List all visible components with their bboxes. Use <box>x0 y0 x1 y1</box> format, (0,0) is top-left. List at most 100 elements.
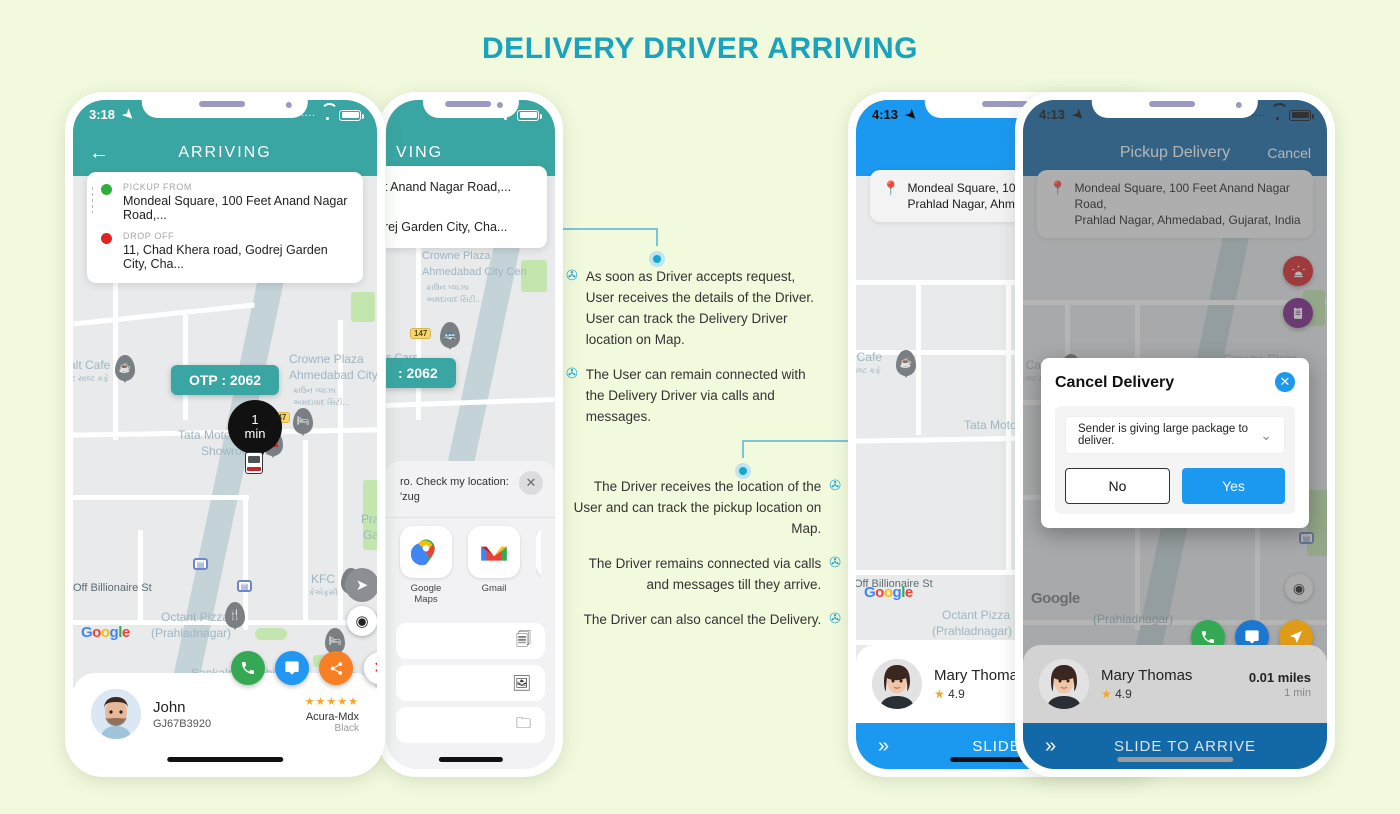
phone1-status-right: ···· <box>301 109 364 121</box>
map-shield-icon: ▤ <box>237 580 252 592</box>
pickup-caption: PICKUP FROM <box>123 182 192 192</box>
camera <box>496 102 503 108</box>
close-button[interactable]: ✕ <box>363 651 377 685</box>
dialog-title: Cancel Delivery <box>1055 374 1175 391</box>
route-dash-line <box>92 187 93 213</box>
share-app-google-maps[interactable]: Google Maps <box>400 526 452 605</box>
share-row-copy[interactable]: 🗐 <box>396 623 545 659</box>
annotation-text: The Driver can also cancel the Delivery. <box>583 612 822 627</box>
annotation-item: ✇ The Driver receives the location of th… <box>566 476 841 539</box>
share-app-partial[interactable] <box>536 526 541 605</box>
yes-button[interactable]: Yes <box>1182 468 1285 504</box>
phone2-screen: ···· VING Crowne Plaza Ahmedabad City Ce… <box>386 100 555 769</box>
google-logo: Google <box>81 624 130 641</box>
cancel-delivery-dialog: Cancel Delivery ✕ Sender is giving large… <box>1041 358 1309 528</box>
avatar <box>1039 659 1089 709</box>
pickup-row: PICKUP FROM Mondeal Square, 100 Feet Ana… <box>101 182 349 222</box>
address-card: PICKUP FROM Mondeal Square, 100 Feet Ana… <box>87 172 363 283</box>
navigation-arrow-icon: ➤ <box>902 105 921 124</box>
back-arrow-icon[interactable]: ← <box>89 143 111 163</box>
pickup-dot-icon <box>101 184 112 195</box>
share-app-label: Google Maps <box>410 583 442 605</box>
annotation-item: ✇ As soon as Driver accepts request, Use… <box>566 266 816 350</box>
my-location-fab[interactable]: ◉ <box>347 606 377 636</box>
driver-vehicle: ★★★★★ Acura-Mdx Black <box>305 695 359 734</box>
map-road <box>138 530 143 620</box>
map-road <box>303 440 308 620</box>
battery-icon <box>339 109 364 121</box>
phone1-appbar-title: ARRIVING <box>178 144 272 161</box>
map-road <box>916 285 921 435</box>
home-indicator <box>1117 757 1233 762</box>
phone3-status-time: 4:13 ➤ <box>872 105 921 124</box>
map-label-praha2: Ga <box>363 528 377 542</box>
slide-label: SLIDE TO ARRIVE <box>1114 737 1256 755</box>
annotation-group-driver: ✇ The Driver receives the location of th… <box>566 476 841 644</box>
check-circle-icon: ✇ <box>829 610 841 626</box>
driver-info: Mary Thomas ★ 4.9 <box>1101 667 1249 701</box>
google-logo: Google <box>864 584 913 601</box>
eta-bubble: 1 min <box>228 400 282 454</box>
share-row-image[interactable]: 🖼 <box>396 665 545 701</box>
connector-line-v <box>656 228 658 246</box>
connector-line-v <box>742 440 744 458</box>
message-button[interactable] <box>275 651 309 685</box>
map-pin-cafe: ☕ <box>115 355 135 381</box>
phone1-screen: 3:18 ➤ ···· ← ARRIVING alt Cafe ટ સાલ્ટ … <box>73 100 377 769</box>
map-label-octant2: (Prahladnagar) <box>151 626 232 640</box>
map-label-crowne2: Ahmedabad City Cen <box>422 266 527 278</box>
driver-rating-value: 4.9 <box>1115 687 1132 701</box>
driver-car-model: Acura-Mdx <box>305 710 359 723</box>
slide-to-arrive[interactable]: » SLIDE TO ARRIVE <box>1023 723 1327 769</box>
share-message-line2: 'zug <box>400 491 420 503</box>
share-button[interactable] <box>319 651 353 685</box>
camera <box>1236 102 1243 108</box>
phone4-screen: 4:13 ➤ ···· Pickup Delivery Cancel Cafe … <box>1023 100 1327 769</box>
driver-plate: GJ67B3920 <box>153 717 212 730</box>
annotation-item: ✇ The Driver can also cancel the Deliver… <box>566 609 841 630</box>
phone2-address-line2: odrej Garden City, Cha... <box>386 220 508 234</box>
phone2-notch <box>422 92 519 118</box>
phone2-appbar: VING <box>386 130 555 176</box>
drive-icon <box>536 526 541 578</box>
connector-dot <box>649 251 665 267</box>
eta-value: 1 <box>251 412 259 427</box>
map-label-crowne-gu2: અમદાવાદ સિટી... <box>426 295 483 304</box>
close-icon[interactable]: ✕ <box>519 471 543 495</box>
share-sheet: ✕ ro. Check my location: 'zug Google Map… <box>386 461 555 769</box>
check-circle-icon: ✇ <box>566 365 578 381</box>
map-label-crowne-gu1: ક્રાઉન પ્લાઝા <box>293 386 336 395</box>
map-label-octant2: (Prahladnagar) <box>932 624 1013 638</box>
map-label-cafe-gu: ાલ્ટ કફે <box>856 366 881 375</box>
annotation-text: The User can remain connected with the D… <box>585 367 806 424</box>
no-button[interactable]: No <box>1065 468 1170 504</box>
map-green-area <box>351 292 375 322</box>
annotation-item: ✇ The Driver remains connected via calls… <box>566 553 841 595</box>
distance-value: 0.01 miles <box>1248 669 1311 685</box>
check-circle-icon: ✇ <box>566 267 578 283</box>
driver-name: Mary Thomas <box>1101 667 1193 684</box>
close-circle-icon[interactable]: ✕ <box>1275 372 1295 392</box>
annotation-text: The Driver receives the location of the … <box>573 479 822 536</box>
driver-rating: ★ 4.9 <box>1101 687 1249 701</box>
map-highway-badge: 147 <box>410 328 432 339</box>
driver-card: Mary Thomas ★ 4.9 0.01 miles 1 min » SLI… <box>1023 645 1327 769</box>
share-row-folder[interactable]: 🗀 <box>396 707 545 743</box>
wifi-icon <box>321 110 334 120</box>
chevron-down-icon: ⌄ <box>1260 426 1272 443</box>
avatar <box>872 659 922 709</box>
image-icon: 🖼 <box>511 675 531 692</box>
map-label-billionaire: Off Billionaire St <box>73 582 152 594</box>
share-app-gmail[interactable]: Gmail <box>468 526 520 605</box>
copy-icon: 🗐 <box>516 630 531 648</box>
navigate-fab[interactable]: ➤ <box>345 568 377 602</box>
camera <box>286 102 293 108</box>
phone-mockup-arriving: 3:18 ➤ ···· ← ARRIVING alt Cafe ટ સાલ્ટ … <box>65 92 385 777</box>
driver-car-color: Black <box>334 722 359 734</box>
pickup-value: Mondeal Square, 100 Feet Anand Nagar Roa… <box>123 194 348 222</box>
annotation-text: The Driver remains connected via calls a… <box>588 556 822 592</box>
phone1-status-time: 3:18 ➤ <box>89 105 138 124</box>
cancel-reason-select[interactable]: Sender is giving large package to delive… <box>1065 416 1285 454</box>
driver-rating-value: 4.9 <box>948 687 965 701</box>
call-button[interactable] <box>231 651 265 685</box>
